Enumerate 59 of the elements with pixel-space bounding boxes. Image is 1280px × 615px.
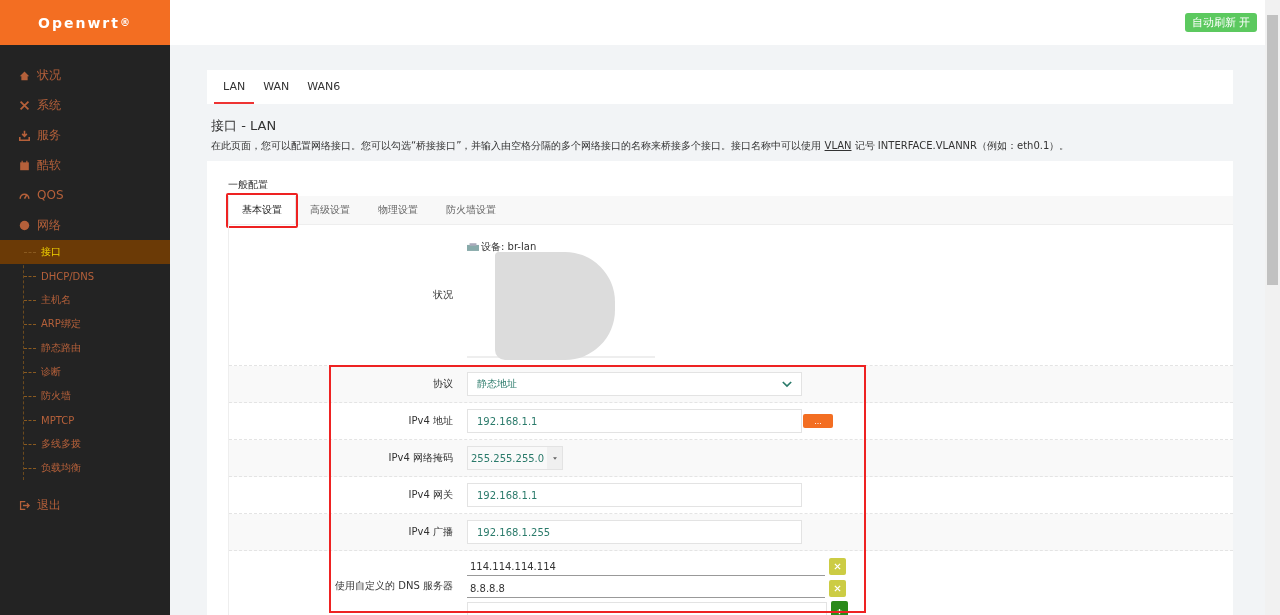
- calendar-icon: [19, 159, 30, 171]
- dns-input-field[interactable]: 8.8.8.8: [467, 579, 825, 598]
- menu-item[interactable]: 状况: [0, 60, 170, 90]
- caret-icon: [552, 456, 557, 460]
- menu-item[interactable]: QOS: [0, 180, 170, 210]
- more-button[interactable]: ...: [803, 414, 833, 428]
- auto-refresh-button[interactable]: 自动刷新 开: [1184, 13, 1257, 32]
- close-icon: [834, 585, 841, 592]
- field-label: 状况: [432, 288, 454, 302]
- field-label: IPv4 广播: [407, 525, 454, 539]
- close-icon: [834, 563, 841, 570]
- page-description: 在此页面，您可以配置网络接口。您可以勾选“桥接接口”，并输入由空格分隔的多个网络接口的名称来桥接多个接口。接口名称中可以使用 VLAN 记号 INTERFACE.VLANNR（例如：eth0.1）。: [211, 139, 1071, 153]
- remove-button[interactable]: [829, 580, 846, 597]
- field-label: IPv4 地址: [407, 414, 454, 428]
- menu-item[interactable]: 系统: [0, 90, 170, 120]
- field-label: IPv4 网络掩码: [387, 451, 454, 465]
- field-label: IPv4 网关: [407, 488, 454, 502]
- submenu-item[interactable]: 接口: [0, 240, 170, 264]
- interface-tab[interactable]: WAN6: [298, 70, 350, 104]
- dns-input-field[interactable]: 114.114.114.114: [467, 557, 825, 576]
- submenu-item[interactable]: 多线多拨: [0, 432, 170, 456]
- submenu-item[interactable]: 静态路由: [0, 336, 170, 360]
- vlan-link[interactable]: VLAN: [824, 140, 852, 151]
- device-text: 设备: br-lan: [481, 240, 537, 254]
- remove-button[interactable]: [829, 558, 846, 575]
- protocol-select[interactable]: 静态地址: [467, 372, 802, 396]
- menu-item[interactable]: 酷软: [0, 150, 170, 180]
- field-label: 使用自定义的 DNS 服务器: [334, 579, 454, 593]
- field-label: 协议: [432, 377, 454, 391]
- page-heading: 接口 - LAN: [211, 117, 278, 135]
- logout-icon: [19, 499, 30, 511]
- plus-icon: [836, 607, 843, 615]
- download-icon: [19, 129, 30, 141]
- settings-tab[interactable]: 基本设置: [228, 196, 296, 224]
- submenu-item[interactable]: DHCP/DNS: [0, 264, 170, 288]
- interface-tab[interactable]: WAN: [254, 70, 299, 104]
- settings-tab[interactable]: 物理设置: [364, 196, 432, 224]
- netmask-combo-field[interactable]: 255.255.255.0: [467, 446, 564, 470]
- settings-tab[interactable]: 防火墙设置: [432, 196, 510, 224]
- menu-item[interactable]: 网络: [0, 210, 170, 240]
- interface-tab[interactable]: LAN: [214, 70, 255, 104]
- input-field[interactable]: 192.168.1.1: [467, 483, 802, 507]
- settings-tab[interactable]: 高级设置: [296, 196, 364, 224]
- input-field[interactable]: 192.168.1.1: [467, 409, 802, 433]
- scrollbar[interactable]: [1265, 0, 1280, 615]
- menu-item[interactable]: 服务: [0, 120, 170, 150]
- submenu-item[interactable]: ARP绑定: [0, 312, 170, 336]
- dns-input-field[interactable]: [467, 601, 827, 615]
- chevron-down-icon: [782, 380, 792, 388]
- submenu-item[interactable]: MPTCP: [0, 408, 170, 432]
- submenu-item[interactable]: 诊断: [0, 360, 170, 384]
- submenu-item[interactable]: 防火墙: [0, 384, 170, 408]
- submenu-item[interactable]: 负载均衡: [0, 456, 170, 480]
- input-field[interactable]: 192.168.1.255: [467, 520, 802, 544]
- menu-item[interactable]: 退出: [0, 490, 170, 520]
- home-icon: [19, 69, 30, 81]
- section-title: 一般配置: [228, 178, 269, 192]
- network-icon: [467, 242, 479, 252]
- submenu-item[interactable]: 主机名: [0, 288, 170, 312]
